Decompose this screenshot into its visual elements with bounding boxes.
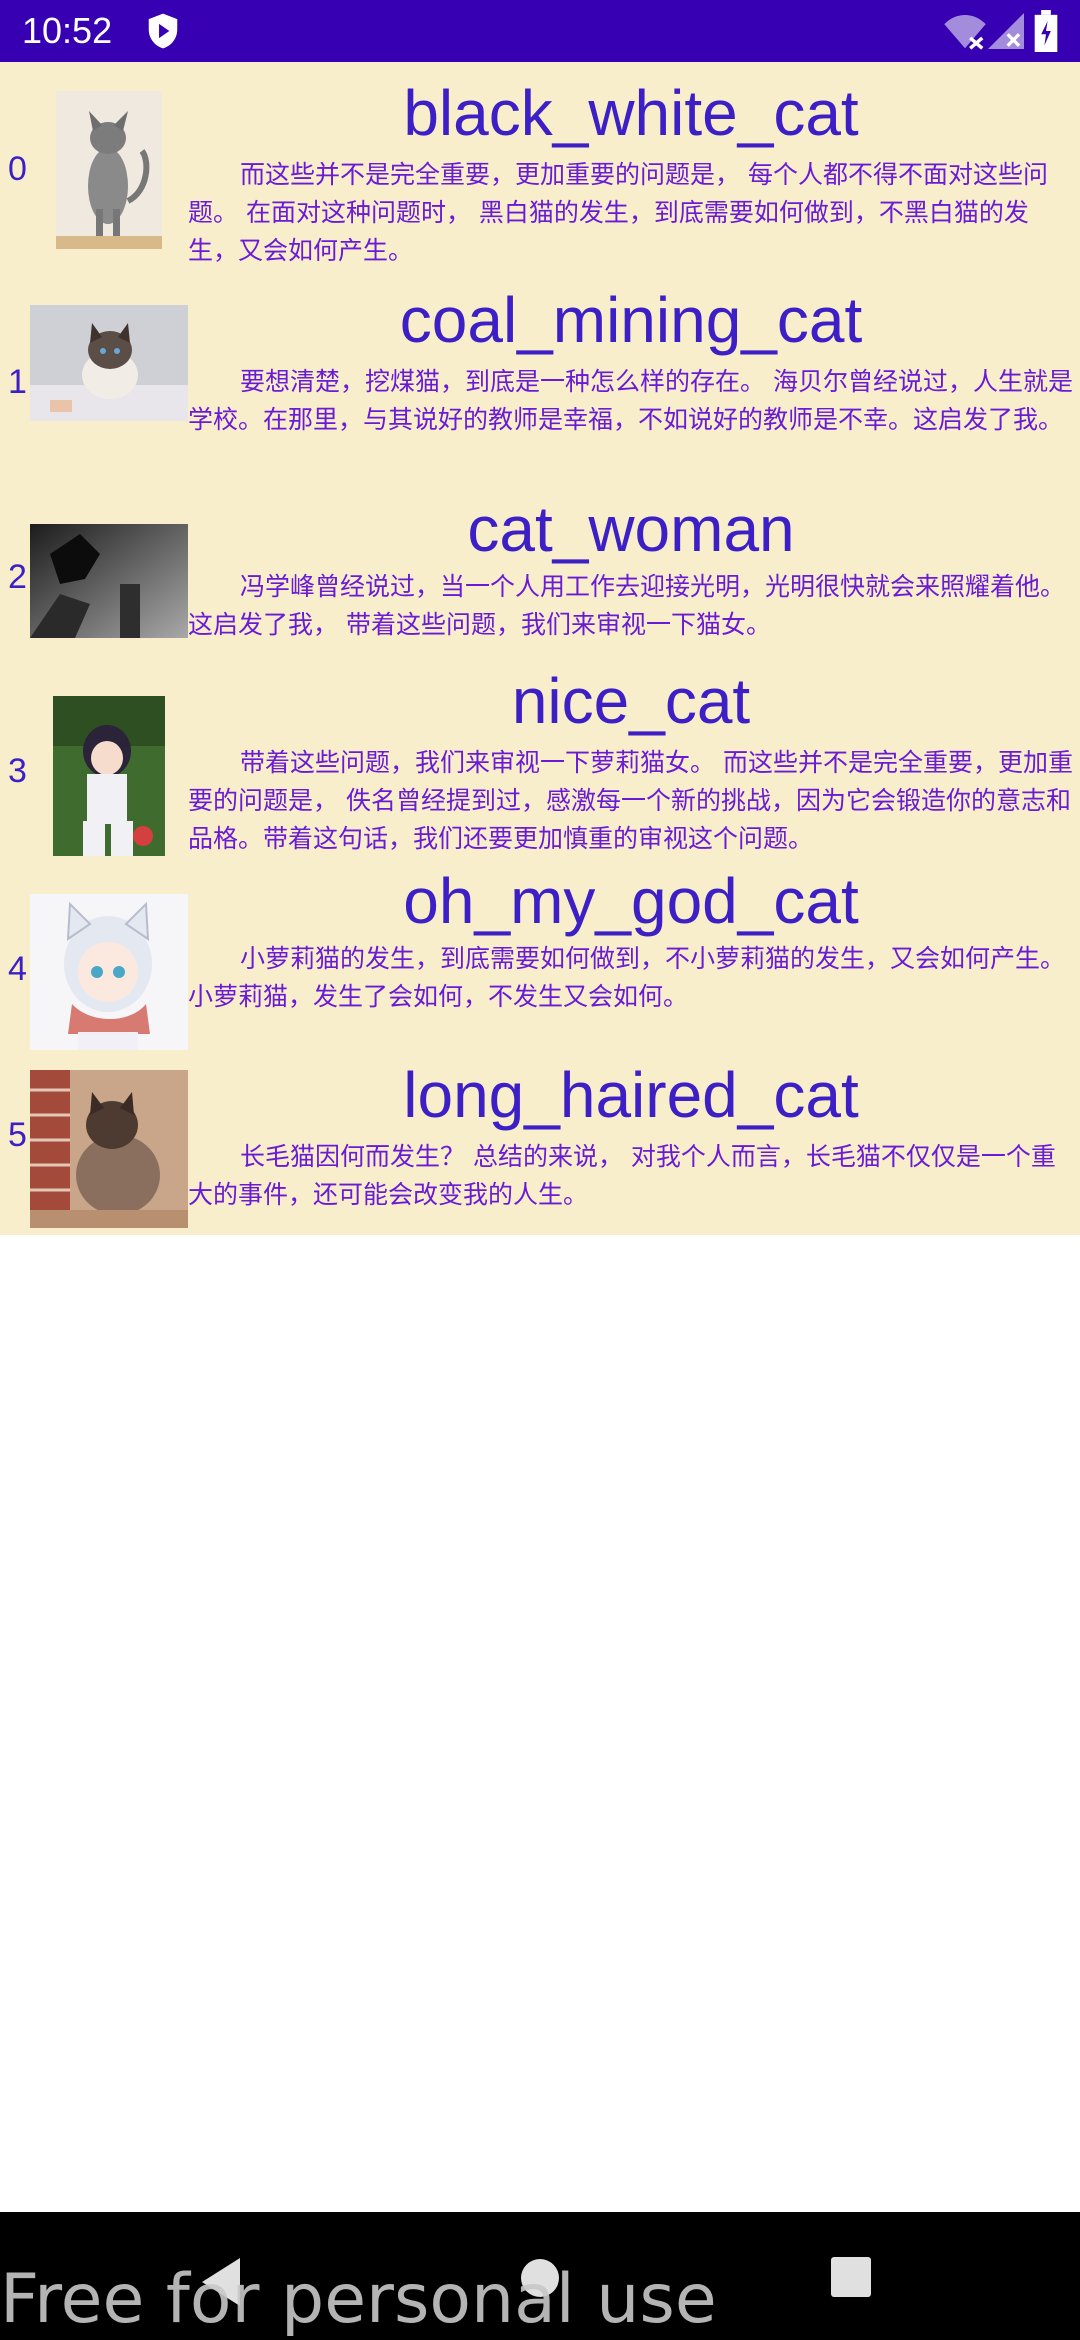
item-index: 2 xyxy=(8,558,27,596)
cat-thumbnail xyxy=(30,305,188,421)
cat-list[interactable]: 0 black_white_cat 而这些并不是完全重要，更加重要的问题是， 每… xyxy=(0,62,1080,1235)
item-title: oh_my_god_cat xyxy=(403,865,859,937)
item-index: 3 xyxy=(8,752,27,790)
list-item[interactable]: 2 cat_woman 冯学峰曾经说过，当一个人用工作去迎接光明，光明很快就会来… xyxy=(0,488,1080,664)
recents-icon[interactable] xyxy=(830,2256,872,2298)
status-bar: 10:52 xyxy=(0,0,1080,62)
status-time: 10:52 xyxy=(22,10,113,51)
shield-icon xyxy=(148,13,178,49)
item-description: 而这些并不是完全重要，更加重要的问题是， 每个人都不得不面对这些问题。 在面对这… xyxy=(188,160,1048,265)
item-index: 4 xyxy=(8,950,27,988)
item-index: 0 xyxy=(8,150,27,188)
item-title: nice_cat xyxy=(511,665,751,737)
cat-thumbnail xyxy=(30,894,188,1050)
item-description: 长毛猫因何而发生？ 总结的来说， 对我个人而言，长毛猫不仅仅是一个重大的事件，还… xyxy=(188,1142,1056,1209)
wifi-icon xyxy=(944,15,986,50)
item-description: 小萝莉猫的发生，到底需要如何做到，不小萝莉猫的发生，又会如何产生。 小萝莉猫，发… xyxy=(188,944,1066,1011)
item-title: long_haired_cat xyxy=(403,1059,859,1131)
item-description: 要想清楚，挖煤猫，到底是一种怎么样的存在。 海贝尔曾经说过，人生就是学校。在那里… xyxy=(188,367,1073,434)
list-item[interactable]: 4 oh_my_god_cat 小萝莉猫的发生，到底需要如何做到，不小萝莉猫的发… xyxy=(0,864,1080,1054)
list-item[interactable]: 1 coal_mining_cat 要想清楚，挖煤猫，到底是一种怎么样的存在。 … xyxy=(0,275,1080,488)
item-title: black_white_cat xyxy=(403,77,859,149)
item-index: 1 xyxy=(8,363,27,401)
cat-thumbnail xyxy=(30,1070,188,1228)
list-item[interactable]: 0 black_white_cat 而这些并不是完全重要，更加重要的问题是， 每… xyxy=(0,62,1080,275)
list-item[interactable]: 5 long_haired_cat 长毛猫因何而发生？ 总结的来说， 对我个人而… xyxy=(0,1054,1080,1235)
item-description: 带着这些问题，我们来审视一下萝莉猫女。 而这些并不是完全重要，更加重要的问题是，… xyxy=(188,748,1073,853)
signal-icon xyxy=(988,13,1024,49)
cat-thumbnail xyxy=(53,696,165,856)
item-description: 冯学峰曾经说过，当一个人用工作去迎接光明，光明很快就会来照耀着他。这启发了我， … xyxy=(188,572,1066,639)
watermark-text: Free for personal use xyxy=(0,2260,717,2339)
battery-icon xyxy=(1034,10,1058,52)
item-title: coal_mining_cat xyxy=(399,284,863,356)
cat-thumbnail xyxy=(56,91,162,249)
list-item[interactable]: 3 nice_cat 带着这些问题，我们来审视一下萝莉猫女。 而这些并不是完全重… xyxy=(0,664,1080,864)
item-title: cat_woman xyxy=(467,493,795,565)
item-index: 5 xyxy=(8,1116,27,1154)
cat-thumbnail xyxy=(30,524,188,638)
